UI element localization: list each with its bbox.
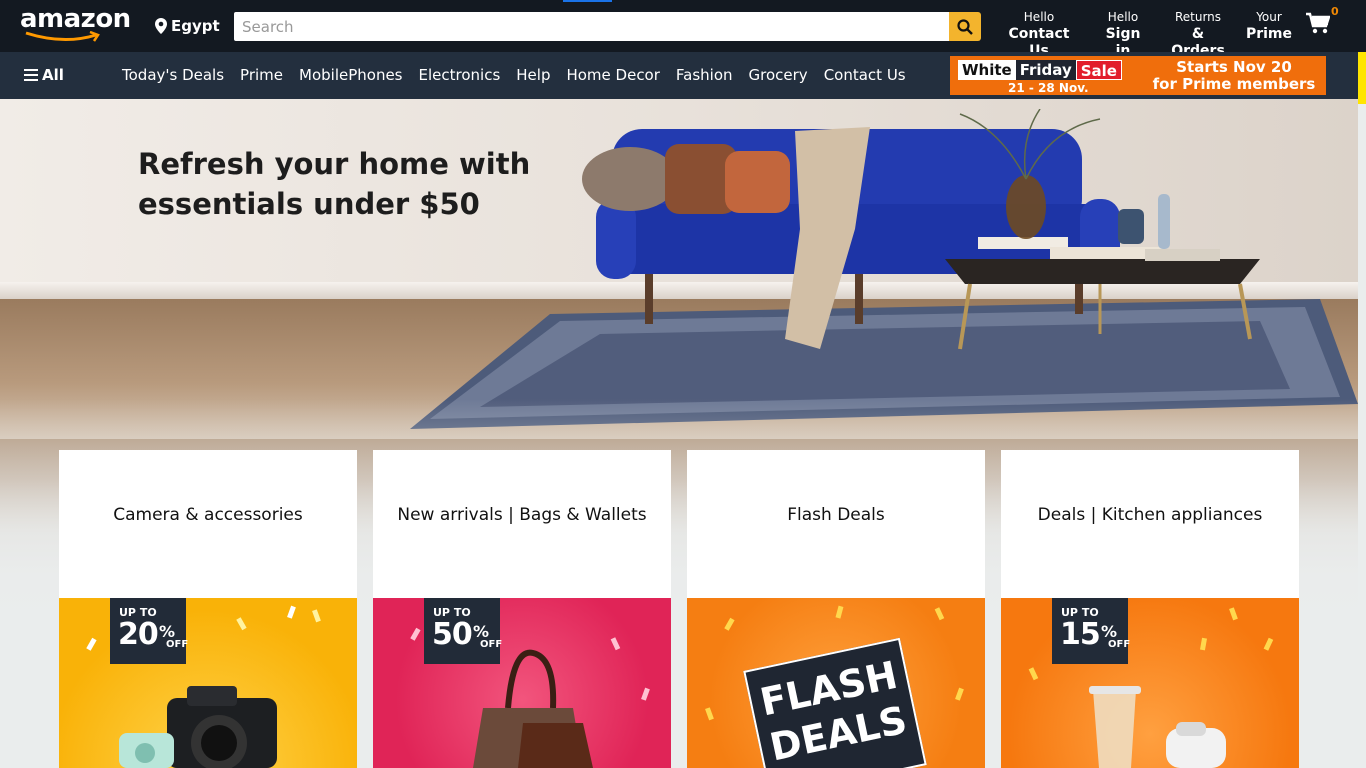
promo-starts-line2: for Prime members: [1152, 75, 1316, 93]
top-navbar: amazon Egypt Hello Contact Us Hello Sign…: [0, 0, 1366, 59]
location-selector[interactable]: Egypt: [155, 13, 220, 39]
white-friday-promo-banner[interactable]: White Friday Sale 21 - 28 Nov. Starts No…: [950, 56, 1326, 95]
promo-starts-text: Starts Nov 20 for Prime members: [1146, 59, 1322, 93]
location-pin-icon: [155, 18, 167, 34]
card-camera-image[interactable]: UP TO 20 % OFF: [59, 598, 357, 768]
living-room-image: [410, 109, 1358, 429]
nav-prime[interactable]: Prime: [232, 66, 291, 84]
nav-contact-us[interactable]: Contact Us: [816, 66, 914, 84]
card-title: Camera & accessories: [113, 505, 303, 525]
amazon-logo[interactable]: amazon: [20, 4, 136, 44]
card-camera-accessories[interactable]: Camera & accessories UP TO 20 % OFF: [59, 450, 357, 768]
search-button[interactable]: [949, 12, 981, 41]
card-title: Deals | Kitchen appliances: [1037, 505, 1263, 525]
location-label: Egypt: [171, 17, 220, 35]
nav-mobilephones[interactable]: MobilePhones: [291, 66, 410, 84]
search-bar: [234, 12, 981, 41]
scroll-indicator: [1358, 52, 1366, 104]
nav-todays-deals[interactable]: Today's Deals: [114, 66, 232, 84]
search-icon: [957, 18, 973, 35]
card-title: New arrivals | Bags & Wallets: [397, 505, 647, 525]
secondary-navbar: All Today's Deals Prime MobilePhones Ele…: [0, 52, 1358, 99]
smile-arrow-icon: [25, 31, 100, 42]
promo-white: White: [958, 60, 1016, 80]
promo-dates: 21 - 28 Nov.: [1008, 81, 1089, 95]
your-prime-link[interactable]: Your Prime: [1245, 9, 1293, 43]
all-menu-label: All: [42, 66, 64, 84]
hamburger-icon: [24, 69, 38, 81]
cart-count: 0: [1331, 5, 1339, 18]
card-flash-deals[interactable]: Flash Deals FLASH DEALS: [687, 450, 985, 768]
card-bags-wallets[interactable]: New arrivals | Bags & Wallets UP TO 50 %…: [373, 450, 671, 768]
logo-text: amazon: [20, 4, 131, 34]
hero-headline-line2: essentials under $50: [138, 187, 480, 221]
blender-icon: [1028, 607, 1274, 768]
card-flash-image[interactable]: FLASH DEALS: [687, 598, 985, 768]
card-title: Flash Deals: [787, 505, 885, 525]
category-menu: Today's Deals Prime MobilePhones Electro…: [114, 66, 914, 84]
search-input[interactable]: [234, 12, 949, 41]
sign-in-line1: Hello: [1107, 10, 1139, 24]
nav-help[interactable]: Help: [508, 66, 558, 84]
hero-headline-line1: Refresh your home with: [138, 147, 531, 181]
nav-grocery[interactable]: Grocery: [741, 66, 816, 84]
cart-button[interactable]: 0: [1306, 5, 1339, 40]
card-kitchen-appliances[interactable]: Deals | Kitchen appliances UP TO 15 % OF…: [1001, 450, 1299, 768]
cart-icon: [1306, 12, 1331, 34]
nav-home-decor[interactable]: Home Decor: [558, 66, 667, 84]
all-menu-button[interactable]: All: [24, 66, 64, 84]
nav-fashion[interactable]: Fashion: [668, 66, 741, 84]
card-kitchen-image[interactable]: UP TO 15 % OFF: [1001, 598, 1299, 768]
nav-electronics[interactable]: Electronics: [411, 66, 509, 84]
promo-sale: Sale: [1075, 60, 1122, 80]
contact-us-line1: Hello: [1023, 10, 1055, 24]
prime-line2: Prime: [1245, 26, 1293, 42]
promo-friday: Friday: [1015, 60, 1076, 80]
handbag-icon: [410, 627, 650, 768]
focus-indicator: [563, 0, 612, 2]
card-bags-image[interactable]: UP TO 50 % OFF: [373, 598, 671, 768]
prime-line1: Your: [1256, 10, 1282, 24]
white-friday-sale-logo: White Friday Sale: [958, 60, 1122, 80]
hero-headline: Refresh your home with essentials under …: [138, 144, 530, 224]
promo-starts-line1: Starts Nov 20: [1176, 58, 1292, 76]
returns-line1: Returns: [1174, 10, 1222, 24]
camera-icon: [86, 605, 321, 768]
